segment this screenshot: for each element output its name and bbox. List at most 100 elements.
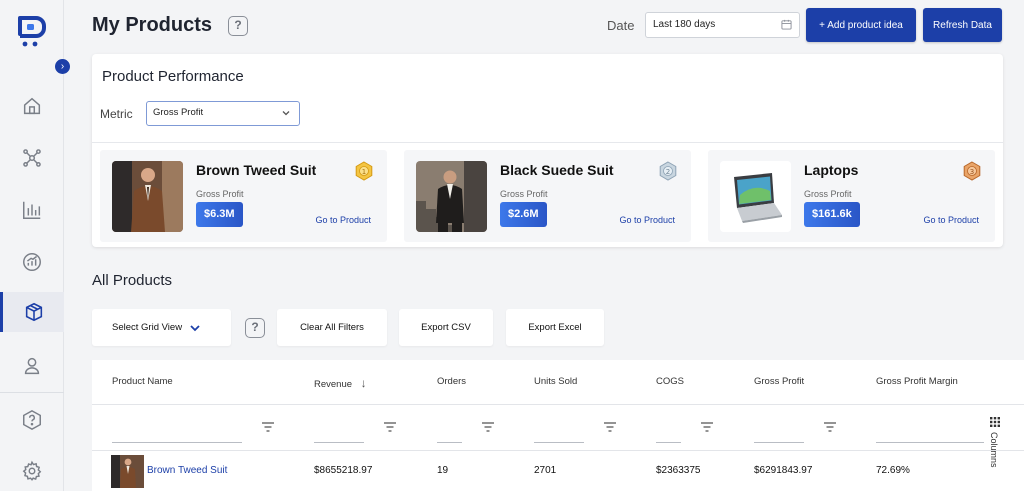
filter-icon[interactable] [701,422,713,432]
filter-input-gross-profit[interactable] [754,442,804,443]
user-icon [24,357,40,375]
chevron-down-icon [190,324,200,331]
medal-rank: 1 [362,168,366,176]
add-product-idea-button[interactable]: + Add product idea [806,8,916,42]
package-icon [25,302,42,322]
columns-panel-label[interactable]: Columns [989,432,999,468]
grid-header-row: Product Name Revenue ↓ Orders Units Sold… [92,360,1024,405]
home-icon [23,97,41,115]
cell-gross-profit-margin: 72.69% [876,465,910,476]
metric-label: Metric [100,107,133,121]
top-product-name[interactable]: Laptops [804,162,858,178]
filter-input-units-sold[interactable] [534,442,584,443]
clear-all-filters-button[interactable]: Clear All Filters [277,309,387,346]
sidebar-item-home[interactable] [0,86,64,126]
column-header-product-name[interactable]: Product Name [112,376,173,387]
filter-input-orders[interactable] [437,442,462,443]
column-header-orders[interactable]: Orders [437,376,466,387]
cell-orders: 19 [437,465,449,476]
filter-icon[interactable] [262,422,274,432]
cell-revenue: $8655218.97 [314,465,373,476]
performance-divider [92,142,1003,143]
sidebar-item-products[interactable] [0,292,64,332]
filter-input-product-name[interactable] [112,442,242,443]
sidebar-item-account[interactable] [0,346,64,386]
top-product-metric: Gross Profit [804,189,852,199]
date-range-picker[interactable]: Last 180 days [645,12,800,38]
column-header-cogs[interactable]: COGS [656,376,684,387]
filter-icon[interactable] [482,422,494,432]
filter-icon[interactable] [384,422,396,432]
date-range-value: Last 180 days [653,19,716,30]
date-label: Date [607,18,635,33]
product-image [112,161,183,232]
top-product-metric: Gross Profit [196,189,244,199]
column-header-gross-profit-margin[interactable]: Gross Profit Margin [876,376,958,387]
top-product-card[interactable]: Laptops 3 Gross Profit $161.6k Go to Pro… [708,150,995,242]
medal-rank: 3 [970,168,974,176]
grid-help-icon[interactable]: ? [245,318,265,338]
top-product-name[interactable]: Brown Tweed Suit [196,162,316,178]
column-header-gross-profit[interactable]: Gross Profit [754,376,804,387]
filter-input-revenue[interactable] [314,442,364,443]
silver-medal-icon: 2 [658,161,678,181]
top-product-card[interactable]: Black Suede Suit 2 Gross Profit $2.6M Go… [404,150,691,242]
bronze-medal-icon: 3 [962,161,982,181]
product-performance-card: Product Performance Metric Gross Profit … [92,54,1003,247]
column-header-revenue[interactable]: Revenue ↓ [314,376,367,390]
filter-icon[interactable] [604,422,616,432]
filter-input-cogs[interactable] [656,442,681,443]
page-help-icon[interactable]: ? [228,16,248,36]
network-icon [23,149,41,167]
go-to-product-link[interactable]: Go to Product [619,215,675,225]
export-excel-button[interactable]: Export Excel [506,309,604,346]
sidebar-item-network[interactable] [0,138,64,178]
select-grid-view-label: Select Grid View [112,322,183,333]
product-name-link[interactable]: Brown Tweed Suit [147,465,227,476]
metric-select[interactable]: Gross Profit [146,101,300,126]
top-product-metric: Gross Profit [500,189,548,199]
export-csv-button[interactable]: Export CSV [399,309,493,346]
table-row[interactable]: Brown Tweed Suit $8655218.97 19 2701 $23… [92,452,1024,491]
medal-rank: 2 [666,168,670,176]
product-performance-title: Product Performance [102,68,244,85]
select-grid-view-button[interactable]: Select Grid View [92,309,231,346]
go-to-product-link[interactable]: Go to Product [923,215,979,225]
brand-logo[interactable] [16,10,46,50]
columns-grid-icon [990,417,1000,427]
product-image [416,161,487,232]
grid-filter-row [92,406,1024,451]
top-product-value: $2.6M [500,202,547,227]
cell-gross-profit: $6291843.97 [754,465,813,476]
sidebar-item-reports[interactable] [0,190,64,230]
sidebar [0,0,64,491]
product-image [720,161,791,232]
refresh-data-button[interactable]: Refresh Data [923,8,1002,42]
product-thumbnail [111,455,144,488]
all-products-title: All Products [92,272,173,289]
metric-select-value: Gross Profit [153,107,204,118]
go-to-product-link[interactable]: Go to Product [315,215,371,225]
top-product-name[interactable]: Black Suede Suit [500,162,614,178]
gold-medal-icon: 1 [354,161,374,181]
top-product-value: $6.3M [196,202,243,227]
sort-desc-icon: ↓ [360,376,367,390]
bar-chart-icon [23,201,41,219]
sidebar-item-growth[interactable] [0,242,64,282]
filter-input-gross-profit-margin[interactable] [876,442,984,443]
sidebar-item-settings[interactable] [0,451,64,491]
sidebar-collapse-button[interactable]: › [55,59,70,74]
top-product-value: $161.6k [804,202,860,227]
products-grid: Product Name Revenue ↓ Orders Units Sold… [92,360,1024,491]
chevron-down-icon [282,111,290,116]
calendar-icon [781,19,792,30]
filter-icon[interactable] [824,422,836,432]
gear-icon [22,460,42,481]
column-header-revenue-label: Revenue [314,379,353,390]
help-icon [23,409,41,431]
sidebar-divider [0,392,64,393]
column-header-units-sold[interactable]: Units Sold [534,376,577,387]
sidebar-item-help[interactable] [0,400,64,440]
cell-units-sold: 2701 [534,465,557,476]
top-product-card[interactable]: Brown Tweed Suit 1 Gross Profit $6.3M Go… [100,150,387,242]
